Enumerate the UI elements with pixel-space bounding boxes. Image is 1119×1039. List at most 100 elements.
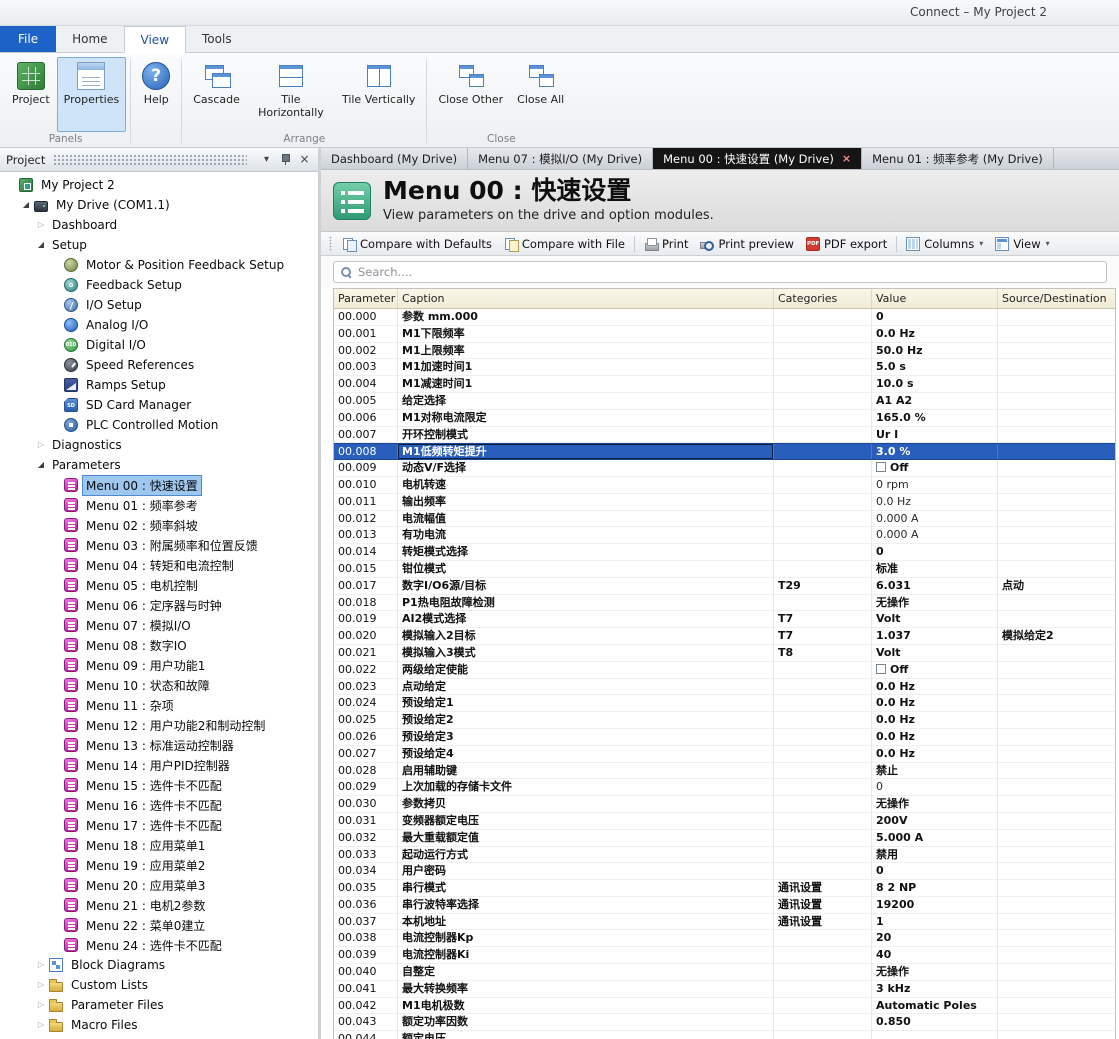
table-row[interactable]: 00.024预设给定10.0 Hz [334,695,1115,712]
caption-cell[interactable]: 电流控制器Ki [398,947,774,963]
value-cell[interactable]: 20 [872,930,998,946]
document-tab[interactable]: Menu 07 : 模拟I/O (My Drive) [468,148,653,169]
tree-item[interactable]: PLC Controlled Motion [0,415,318,435]
source-destination-cell[interactable] [998,679,1115,695]
parameter-cell[interactable]: 00.035 [334,880,398,896]
parameter-cell[interactable]: 00.020 [334,628,398,644]
table-row[interactable]: 00.025预设给定20.0 Hz [334,712,1115,729]
tree-item[interactable]: ▷Diagnostics [0,435,318,455]
column-header-parameter[interactable]: Parameter [334,289,398,308]
tree-item[interactable]: Menu 14 : 用户PID控制器 [0,755,318,775]
value-cell[interactable]: 0 [872,309,998,325]
source-destination-cell[interactable] [998,746,1115,762]
parameter-cell[interactable]: 00.011 [334,494,398,510]
tree-item[interactable]: ◢Parameters [0,455,318,475]
value-cell[interactable] [872,1031,998,1039]
search-input[interactable] [358,265,1099,279]
categories-cell[interactable] [774,309,872,325]
value-cell[interactable]: 1 [872,914,998,930]
caption-cell[interactable]: 给定选择 [398,393,774,409]
table-row[interactable]: 00.006M1对称电流限定165.0 % [334,410,1115,427]
table-row[interactable]: 00.014转矩模式选择0 [334,544,1115,561]
source-destination-cell[interactable] [998,343,1115,359]
tree-item[interactable]: Menu 11 : 杂项 [0,695,318,715]
pin-icon[interactable] [278,152,293,167]
parameter-cell[interactable]: 00.015 [334,561,398,577]
source-destination-cell[interactable] [998,494,1115,510]
tree-item[interactable]: Menu 21 : 电机2参数 [0,895,318,915]
table-row[interactable]: 00.026预设给定30.0 Hz [334,729,1115,746]
source-destination-cell[interactable] [998,427,1115,443]
parameter-cell[interactable]: 00.012 [334,511,398,527]
tree-item[interactable]: Menu 16 : 选件卡不匹配 [0,795,318,815]
tree-item[interactable]: Menu 02 : 频率斜坡 [0,515,318,535]
column-header-value[interactable]: Value [872,289,998,308]
categories-cell[interactable] [774,1014,872,1030]
collapse-arrow-icon[interactable]: ◢ [34,455,48,475]
categories-cell[interactable] [774,460,872,476]
source-destination-cell[interactable] [998,645,1115,661]
caption-cell[interactable]: 点动给定 [398,679,774,695]
caption-cell[interactable]: 模拟输入2目标 [398,628,774,644]
table-row[interactable]: 00.040自整定无操作 [334,964,1115,981]
value-cell[interactable]: 0 [872,863,998,879]
value-cell[interactable]: 5.0 s [872,359,998,375]
table-row[interactable]: 00.028启用辅助键禁止 [334,763,1115,780]
value-cell[interactable]: 0.000 A [872,527,998,543]
expand-arrow-icon[interactable]: ▷ [34,975,48,995]
tree-item[interactable]: Speed References [0,355,318,375]
parameter-cell[interactable]: 00.027 [334,746,398,762]
categories-cell[interactable] [774,410,872,426]
caption-cell[interactable]: 开环控制模式 [398,427,774,443]
source-destination-cell[interactable] [998,544,1115,560]
categories-cell[interactable] [774,981,872,997]
tab-tools[interactable]: Tools [186,26,248,52]
tree-item[interactable]: ▷Dashboard [0,215,318,235]
caption-cell[interactable]: 起动运行方式 [398,847,774,863]
categories-cell[interactable] [774,813,872,829]
categories-cell[interactable]: T7 [774,611,872,627]
close-other-button[interactable]: Close Other [431,57,510,132]
parameter-cell[interactable]: 00.024 [334,695,398,711]
tree-item[interactable]: Menu 22 : 菜单0建立 [0,915,318,935]
categories-cell[interactable]: T29 [774,578,872,594]
parameter-cell[interactable]: 00.043 [334,1014,398,1030]
parameter-cell[interactable]: 00.005 [334,393,398,409]
value-cell[interactable]: Ur I [872,427,998,443]
cascade-button[interactable]: Cascade [186,57,247,132]
source-destination-cell[interactable] [998,897,1115,913]
source-destination-cell[interactable] [998,511,1115,527]
value-cell[interactable]: 0.0 Hz [872,712,998,728]
categories-cell[interactable] [774,695,872,711]
tree-item[interactable]: Digital I/O [0,335,318,355]
caption-cell[interactable]: M1减速时间1 [398,376,774,392]
table-row[interactable]: 00.012电流幅值0.000 A [334,511,1115,528]
parameter-cell[interactable]: 00.008 [334,444,398,459]
close-all-button[interactable]: Close All [510,57,571,132]
tree-item[interactable]: ◢My Drive (COM1.1) [0,195,318,215]
table-row[interactable]: 00.009动态V/F选择Off [334,460,1115,477]
parameter-cell[interactable]: 00.040 [334,964,398,980]
caption-cell[interactable]: 参数拷贝 [398,796,774,812]
categories-cell[interactable] [774,595,872,611]
table-row[interactable]: 00.035串行模式通讯设置8 2 NP [334,880,1115,897]
panel-close-icon[interactable]: × [297,152,312,167]
value-cell[interactable]: 禁止 [872,763,998,779]
caption-cell[interactable]: 自整定 [398,964,774,980]
parameter-cell[interactable]: 00.018 [334,595,398,611]
caption-cell[interactable]: M1对称电流限定 [398,410,774,426]
tree-item[interactable]: ▷Macro Files [0,1015,318,1035]
value-cell[interactable]: 0 [872,779,998,795]
categories-cell[interactable] [774,444,872,459]
caption-cell[interactable]: M1加速时间1 [398,359,774,375]
source-destination-cell[interactable] [998,662,1115,678]
categories-cell[interactable] [774,527,872,543]
source-destination-cell[interactable] [998,880,1115,896]
source-destination-cell[interactable] [998,914,1115,930]
tab-view[interactable]: View [124,26,186,53]
caption-cell[interactable]: M1电机极数 [398,998,774,1014]
project-panel-button[interactable]: Project [5,57,57,132]
table-row[interactable]: 00.000参数 mm.0000 [334,309,1115,326]
checkbox-icon[interactable] [876,462,886,472]
parameter-cell[interactable]: 00.000 [334,309,398,325]
